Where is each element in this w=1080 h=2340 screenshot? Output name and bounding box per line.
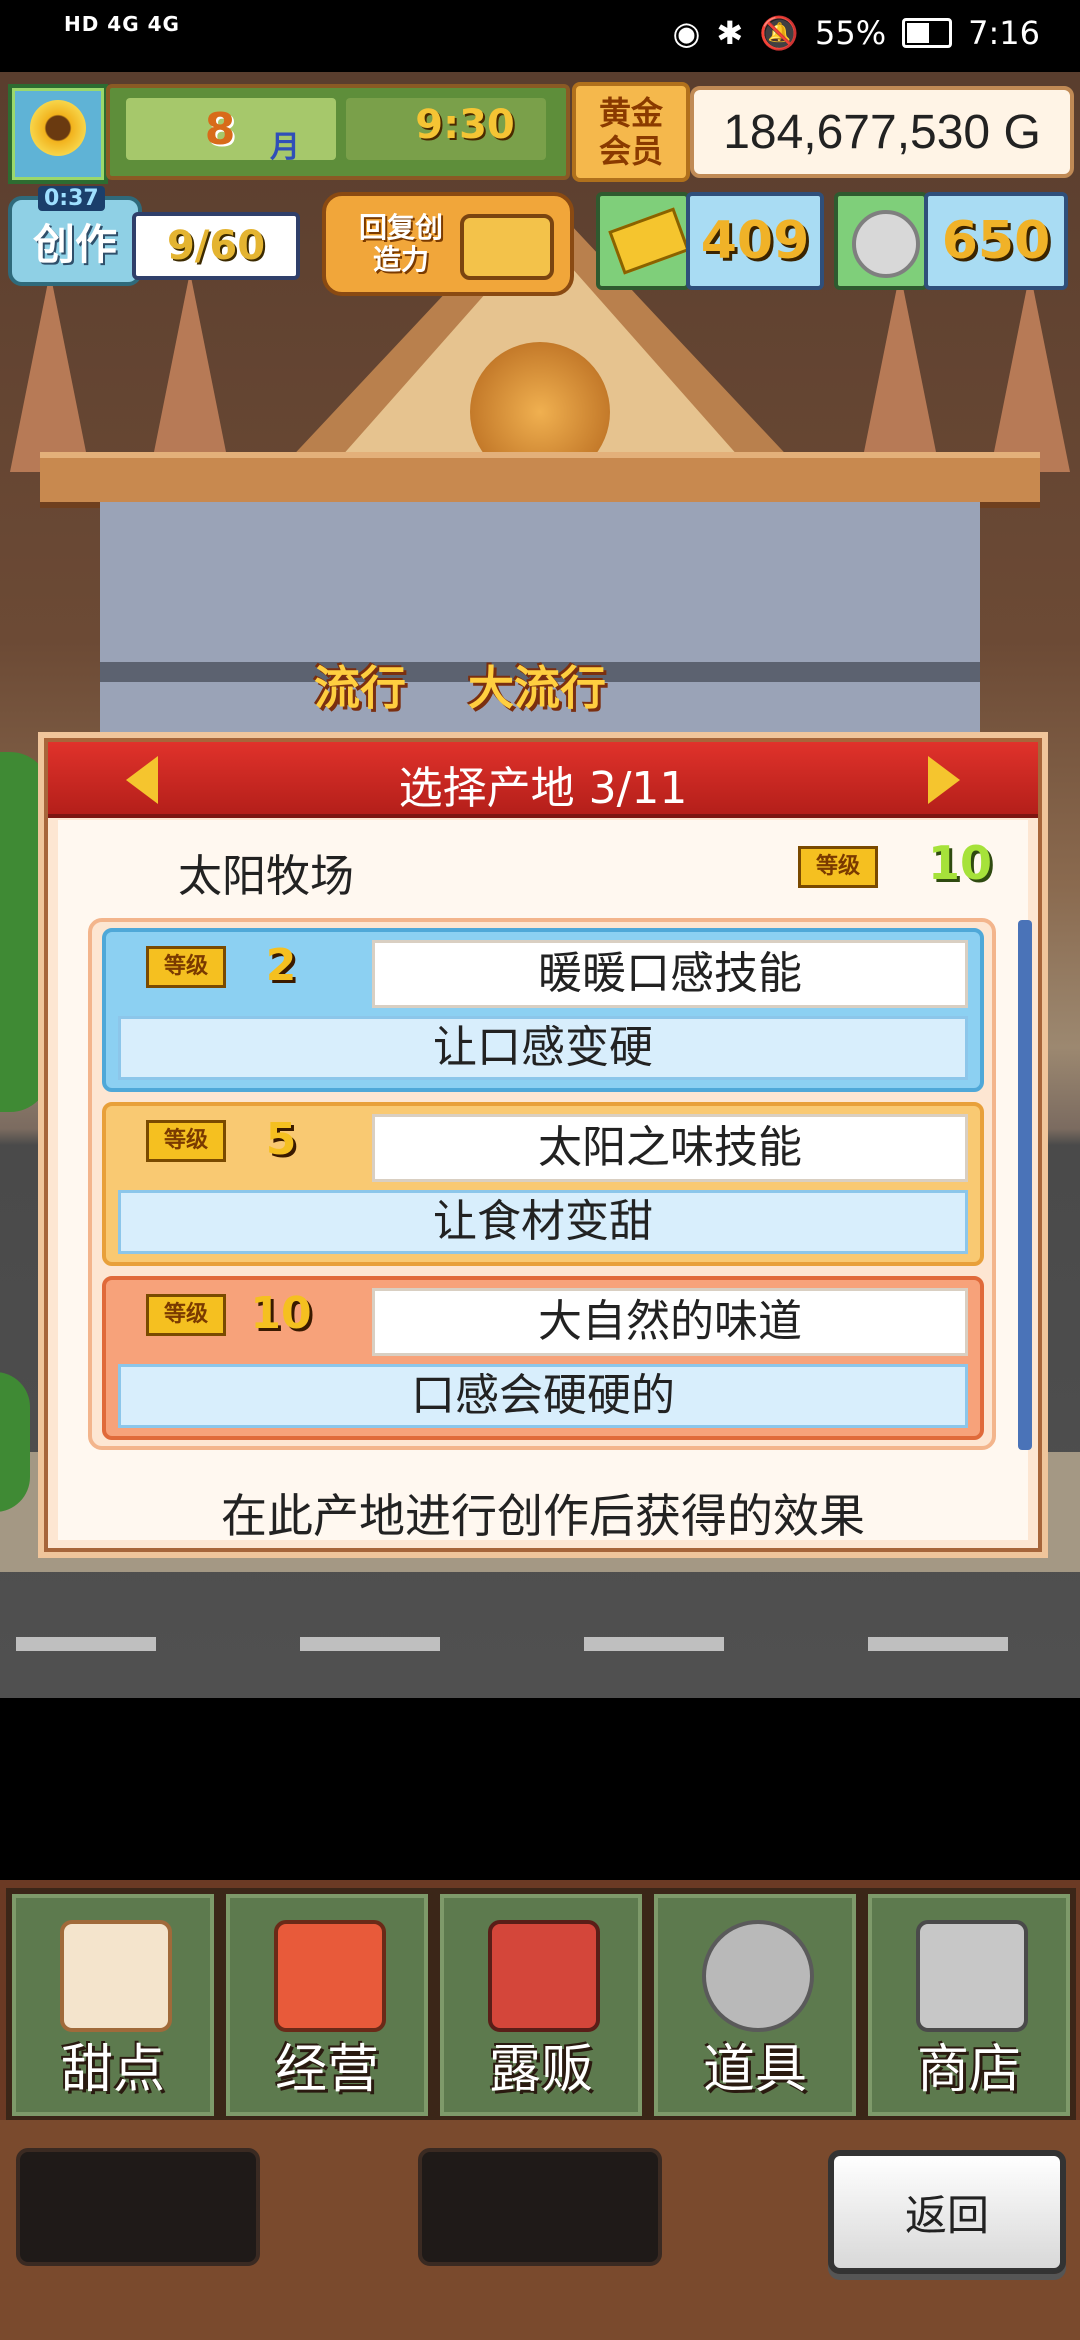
create-timer: 0:37 xyxy=(38,186,105,211)
menu-items-button[interactable]: 道具 xyxy=(648,1888,862,2122)
mute-icon: 🔕 xyxy=(759,14,800,52)
skill-name: 暖暖口感技能 xyxy=(372,940,968,1008)
tv-icon xyxy=(460,214,554,280)
skill-level: 2 xyxy=(265,940,297,991)
network-indicator: HD 4G 4G xyxy=(64,12,180,36)
menu-label: 露贩 xyxy=(488,2040,593,2100)
level-tag-icon: 等级 xyxy=(798,846,878,888)
tree xyxy=(0,1372,30,1512)
battery-icon xyxy=(902,18,953,48)
status-bar: HD 4G 4G ◉ ✱ 🔕 55% 7:16 xyxy=(0,0,1080,72)
skill-effect: 让食材变甜 xyxy=(118,1190,968,1254)
farm-level: 10 xyxy=(928,836,993,890)
player-avatar[interactable] xyxy=(8,84,108,184)
ticket-button[interactable] xyxy=(596,192,690,290)
gear-bag-icon xyxy=(702,1920,814,2032)
level-tag-icon: 等级 xyxy=(146,1294,226,1336)
skill-level: 5 xyxy=(265,1114,297,1165)
skill-name: 大自然的味道 xyxy=(372,1288,968,1356)
scrollbar[interactable] xyxy=(1018,920,1032,1450)
road-line xyxy=(584,1637,724,1651)
coin-count: 650 xyxy=(924,192,1068,290)
month-label: 月 xyxy=(270,130,300,165)
gold-member-badge[interactable]: 黄金会员 xyxy=(572,82,690,182)
menu-label: 甜点 xyxy=(60,2040,165,2100)
skill-list[interactable]: 等级 2 暖暖口感技能 让口感变硬 等级 5 太阳之味技能 让食材变甜 等级 1… xyxy=(88,918,996,1450)
bluetooth-icon: ✱ xyxy=(716,14,744,52)
create-points[interactable]: 创作 0:37 9/60 xyxy=(8,186,300,286)
road-line xyxy=(300,1637,440,1651)
restore-label: 回复创造力 xyxy=(358,211,443,276)
eye-icon: ◉ xyxy=(672,14,701,52)
menu-label: 道具 xyxy=(702,2040,807,2100)
skill-item[interactable]: 等级 5 太阳之味技能 让食材变甜 xyxy=(102,1102,984,1266)
money-display: 184,677,530 G xyxy=(690,86,1074,178)
spire-decoration xyxy=(10,272,90,472)
ticket-count: 409 xyxy=(686,192,824,290)
level-tag-icon: 等级 xyxy=(146,1120,226,1162)
dialog-title: 选择产地 3/11 xyxy=(398,763,688,814)
road-line xyxy=(868,1637,1008,1651)
coin-button[interactable] xyxy=(834,192,928,290)
spire-decoration xyxy=(860,272,940,472)
trend-label: 流行 xyxy=(314,661,406,715)
month-number: 8 xyxy=(204,104,236,155)
menu-manage-button[interactable]: 经营 xyxy=(220,1888,434,2122)
dialog-header: 选择产地 3/11 xyxy=(48,742,1038,818)
skill-level: 10 xyxy=(250,1288,312,1339)
ticket-icon xyxy=(608,207,690,275)
big-trend-label: 大流行 xyxy=(468,661,606,715)
skill-name: 太阳之味技能 xyxy=(372,1114,968,1182)
create-count: 9/60 xyxy=(132,212,300,280)
tree xyxy=(0,752,50,1112)
bottom-menu: 甜点 经营 露贩 道具 商店 xyxy=(0,1880,1080,2122)
skill-item[interactable]: 等级 10 大自然的味道 口感会硬硬的 xyxy=(102,1276,984,1440)
coin-icon xyxy=(852,210,920,278)
date-time-panel: 8 月 9:30 xyxy=(106,84,570,180)
shop-icon xyxy=(274,1920,386,2032)
skill-effect: 口感会硬硬的 xyxy=(118,1364,968,1428)
back-button[interactable]: 返回 xyxy=(828,2150,1066,2274)
dialog-footer-text: 在此产地进行创作后获得的效果 xyxy=(221,1489,865,1543)
road-line xyxy=(16,1637,156,1651)
skill-item[interactable]: 等级 2 暖暖口感技能 让口感变硬 xyxy=(102,928,984,1092)
sunflower-icon xyxy=(30,100,86,156)
spire-decoration xyxy=(150,272,230,472)
empty-slot xyxy=(16,2148,260,2266)
battery-percent: 55% xyxy=(815,14,887,52)
menu-stall-button[interactable]: 露贩 xyxy=(434,1888,648,2122)
dialog-body: 太阳牧场 等级 10 等级 2 暖暖口感技能 让口感变硬 等级 5 太阳之味技能… xyxy=(58,820,1032,1543)
skill-effect: 让口感变硬 xyxy=(118,1016,968,1080)
menu-label: 经营 xyxy=(274,2040,379,2100)
farm-name: 太阳牧场 xyxy=(178,851,354,902)
cart-icon xyxy=(916,1920,1028,2032)
clock: 7:16 xyxy=(968,14,1040,52)
restore-creativity-button[interactable]: 回复创造力 xyxy=(322,192,574,296)
spire-decoration xyxy=(990,272,1070,472)
menu-store-button[interactable]: 商店 xyxy=(862,1888,1076,2122)
food-truck-icon xyxy=(488,1920,600,2032)
menu-dessert-button[interactable]: 甜点 xyxy=(6,1888,220,2122)
next-arrow-icon[interactable] xyxy=(928,756,960,804)
game-time: 9:30 xyxy=(415,102,515,148)
menu-label: 商店 xyxy=(916,2040,1021,2100)
empty-slot xyxy=(418,2148,662,2266)
level-tag-icon: 等级 xyxy=(146,946,226,988)
origin-select-dialog: 选择产地 3/11 太阳牧场 等级 10 等级 2 暖暖口感技能 让口感变硬 等… xyxy=(44,738,1042,1552)
cake-icon xyxy=(60,1920,172,2032)
shop-beam xyxy=(40,452,1040,508)
